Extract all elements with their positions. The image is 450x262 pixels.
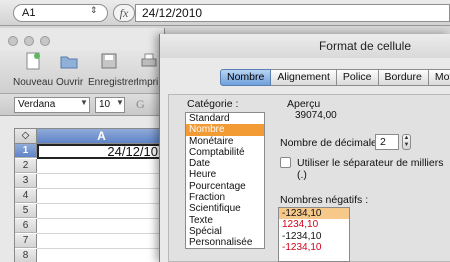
- print-button[interactable]: Impri: [136, 77, 158, 88]
- standard-toolbar: Nouveau Ouvrir Enregistrer Impri: [0, 50, 164, 94]
- close-window-button[interactable]: [8, 36, 18, 46]
- column-header-a[interactable]: A: [37, 129, 164, 144]
- tab-motifs[interactable]: Motifs: [428, 69, 450, 86]
- category-item[interactable]: Personnalisée: [186, 237, 264, 248]
- category-item[interactable]: Scientifique: [186, 203, 264, 214]
- cell-a1[interactable]: 24/12/10: [37, 144, 164, 159]
- row-header[interactable]: 6: [15, 219, 37, 233]
- row-header[interactable]: 4: [15, 189, 37, 203]
- negative-numbers-label: Nombres négatifs :: [280, 194, 369, 206]
- category-item[interactable]: Standard: [186, 113, 264, 124]
- thousands-separator-label[interactable]: Utiliser le séparateur de milliers (.): [297, 157, 450, 181]
- function-button[interactable]: fx: [113, 4, 135, 22]
- category-label: Catégorie :: [187, 98, 239, 110]
- negative-format-item[interactable]: -1234,10: [279, 208, 349, 220]
- new-document-icon[interactable]: [24, 52, 42, 70]
- category-item[interactable]: Monétaire: [186, 136, 264, 147]
- category-item[interactable]: Spécial: [186, 226, 264, 237]
- open-button[interactable]: Ouvrir: [56, 77, 83, 88]
- dialog-title: Format de cellule: [160, 34, 450, 58]
- row-header[interactable]: 3: [15, 174, 37, 188]
- open-folder-icon[interactable]: [60, 52, 78, 70]
- zoom-window-button[interactable]: [40, 36, 50, 46]
- preview-value: 39074,00: [295, 110, 337, 121]
- row-header[interactable]: 5: [15, 204, 37, 218]
- chevron-down-icon[interactable]: ▼: [80, 98, 88, 107]
- grid-line: [37, 173, 164, 174]
- grid-line: [37, 203, 164, 204]
- negative-format-item[interactable]: 1234,10: [279, 219, 349, 230]
- grid-line: [37, 218, 164, 219]
- category-item[interactable]: Comptabilité: [186, 147, 264, 158]
- grid-line: [37, 188, 164, 189]
- negative-numbers-list[interactable]: -1234,10 1234,10 -1234,10 -1234,10: [278, 207, 350, 262]
- thousands-separator-checkbox[interactable]: [280, 157, 291, 168]
- category-item[interactable]: Fraction: [186, 192, 264, 203]
- minimize-window-button[interactable]: [24, 36, 34, 46]
- decimals-input[interactable]: 2: [375, 134, 399, 150]
- formatting-toolbar: Verdana ▼ 10 ▼ G: [0, 94, 164, 116]
- decimals-label: Nombre de décimales :: [280, 137, 388, 149]
- save-disk-icon[interactable]: [100, 52, 118, 70]
- tab-nombre[interactable]: Nombre: [220, 69, 272, 86]
- category-list[interactable]: Standard Nombre Monétaire Comptabilité D…: [185, 112, 265, 249]
- format-cells-dialog: Format de cellule Nombre Alignement Poli…: [159, 34, 450, 262]
- formula-bar: A1 ⇕ fx 24/12/2010: [0, 0, 450, 26]
- tab-bar: Nombre Alignement Police Bordure Motifs: [220, 69, 450, 86]
- category-item[interactable]: Date: [186, 158, 264, 169]
- tab-bordure[interactable]: Bordure: [378, 69, 429, 86]
- bold-button[interactable]: G: [136, 97, 145, 112]
- row-header[interactable]: 8: [15, 249, 37, 262]
- negative-format-item[interactable]: -1234,10: [279, 231, 349, 242]
- formula-input[interactable]: 24/12/2010: [135, 4, 450, 22]
- category-item[interactable]: Heure: [186, 169, 264, 180]
- row-header[interactable]: 7: [15, 234, 37, 248]
- grid-line: [37, 248, 164, 249]
- tab-police[interactable]: Police: [336, 69, 379, 86]
- decimals-stepper[interactable]: ▲ ▼: [402, 134, 411, 150]
- category-item[interactable]: Texte: [186, 215, 264, 226]
- category-item[interactable]: Pourcentage: [186, 181, 264, 192]
- preview-label: Aperçu: [287, 98, 321, 110]
- select-all-button[interactable]: ◇: [15, 129, 37, 144]
- row-header[interactable]: 2: [15, 159, 37, 173]
- save-button[interactable]: Enregistrer: [88, 77, 137, 88]
- chevron-down-icon[interactable]: ▼: [116, 98, 124, 107]
- negative-format-item[interactable]: -1234,10: [279, 242, 349, 253]
- print-icon[interactable]: [140, 52, 158, 70]
- tab-alignement[interactable]: Alignement: [271, 69, 337, 86]
- new-button[interactable]: Nouveau: [13, 77, 53, 88]
- spreadsheet-grid: ◇ A 1 2 3 4 5 6 7 8 24/12/10: [14, 128, 164, 262]
- font-select[interactable]: Verdana: [14, 97, 90, 113]
- workbook-window: Nouveau Ouvrir Enregistrer Impri Verdana…: [0, 28, 165, 262]
- chevron-updown-icon[interactable]: ⇕: [90, 5, 98, 16]
- grid-line: [37, 233, 164, 234]
- category-item-selected[interactable]: Nombre: [186, 124, 264, 136]
- row-header[interactable]: 1: [15, 144, 37, 158]
